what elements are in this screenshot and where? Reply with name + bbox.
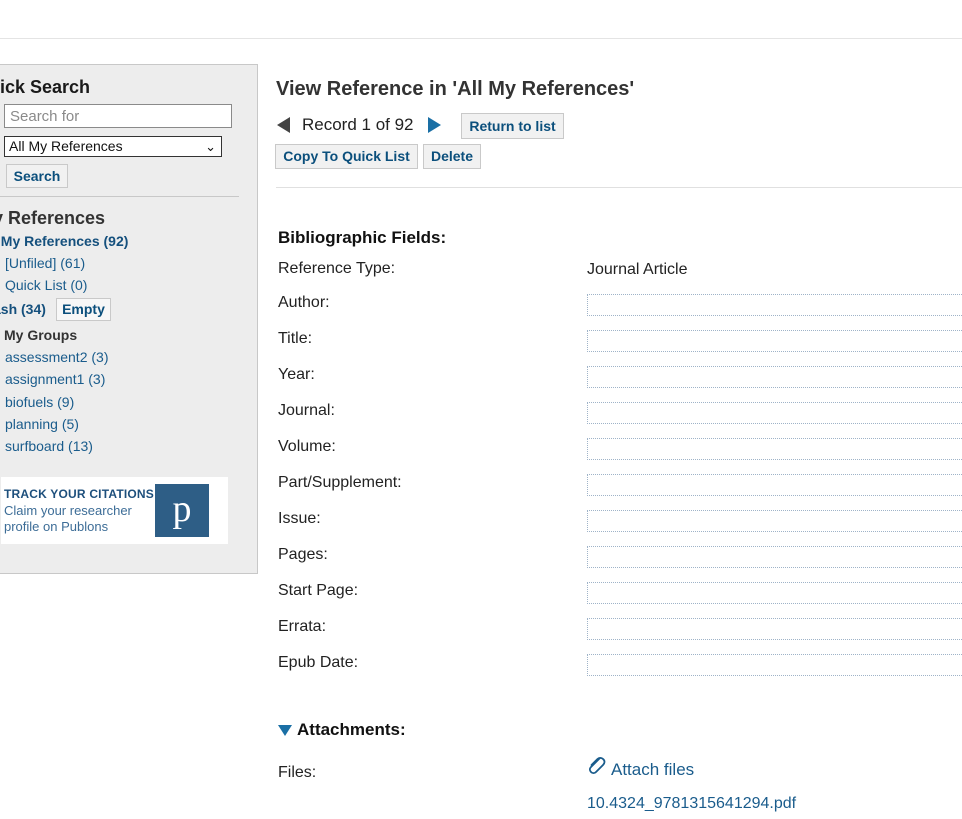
sidebar: uick Search All My References ⌄ Search y… (0, 64, 258, 574)
triangle-right-icon[interactable] (428, 117, 441, 133)
field-label-issue: Issue: (278, 510, 321, 527)
author-field[interactable] (587, 294, 962, 316)
sidebar-divider (0, 196, 239, 197)
all-references-link[interactable]: l My References (92) (0, 233, 128, 249)
part-supplement-field[interactable] (587, 474, 962, 496)
chevron-down-icon: ⌄ (205, 139, 216, 154)
year-field[interactable] (587, 366, 962, 388)
field-label-year: Year: (278, 366, 315, 383)
reference-type-label: Reference Type: (278, 260, 396, 277)
errata-field[interactable] (587, 618, 962, 640)
field-label-pages: Pages: (278, 546, 328, 563)
epub-date-field[interactable] (587, 654, 962, 676)
group-link[interactable]: surfboard (13) (5, 438, 93, 454)
issue-field[interactable] (587, 510, 962, 532)
empty-trash-button[interactable]: Empty (56, 298, 111, 321)
header-divider (0, 38, 962, 39)
field-label-title: Title: (278, 330, 313, 347)
field-label-part-supplement: Part/Supplement: (278, 474, 402, 491)
group-link[interactable]: biofuels (9) (5, 394, 74, 410)
attached-file-link[interactable]: 10.4324_9781315641294.pdf (587, 795, 796, 813)
page-title: View Reference in 'All My References' (276, 78, 635, 100)
quick-search-title: uick Search (0, 77, 91, 97)
title-field[interactable] (587, 330, 962, 352)
quick-list-link[interactable]: Quick List (0) (5, 277, 87, 293)
record-counter: Record 1 of 92 (302, 115, 414, 134)
field-label-journal: Journal: (278, 402, 335, 419)
copy-to-quick-list-button[interactable]: Copy To Quick List (275, 144, 418, 169)
group-link[interactable]: assignment1 (3) (5, 371, 105, 387)
scope-select-value: All My References (9, 138, 123, 154)
triangle-down-icon[interactable] (278, 725, 292, 736)
my-references-title: y References (0, 208, 106, 228)
pages-field[interactable] (587, 546, 962, 568)
return-to-list-button[interactable]: Return to list (461, 113, 564, 139)
field-label-author: Author: (278, 294, 330, 311)
start-page-field[interactable] (587, 582, 962, 604)
publons-logo: p (155, 484, 209, 537)
search-button[interactable]: Search (6, 164, 68, 188)
attachments-heading[interactable]: Attachments: (297, 720, 406, 740)
main-divider (276, 187, 962, 188)
scope-select[interactable]: All My References ⌄ (4, 136, 222, 157)
bibliographic-fields-heading: Bibliographic Fields: (278, 228, 447, 247)
field-label-start-page: Start Page: (278, 582, 359, 599)
paperclip-icon[interactable] (585, 754, 607, 781)
promo-line: Claim your researcher (4, 503, 132, 518)
search-input[interactable] (4, 104, 232, 128)
promo-line: profile on Publons (4, 519, 109, 534)
reference-type-value: Journal Article (587, 261, 688, 278)
group-link[interactable]: planning (5) (5, 416, 79, 432)
trash-link[interactable]: ash (34) (0, 301, 46, 317)
journal-field[interactable] (587, 402, 962, 424)
delete-button[interactable]: Delete (423, 144, 481, 169)
publons-promo-banner[interactable]: TRACK YOUR CITATIONS Claim your research… (1, 477, 228, 544)
triangle-left-icon[interactable] (277, 117, 290, 133)
attach-files-link[interactable]: Attach files (611, 760, 694, 780)
unfiled-link[interactable]: [Unfiled] (61) (5, 255, 85, 271)
volume-field[interactable] (587, 438, 962, 460)
field-label-errata: Errata: (278, 618, 327, 635)
field-label-epub-date: Epub Date: (278, 654, 359, 671)
promo-title: TRACK YOUR CITATIONS (4, 487, 154, 501)
field-label-volume: Volume: (278, 438, 336, 455)
group-link[interactable]: assessment2 (3) (5, 349, 108, 365)
files-label: Files: (278, 764, 317, 781)
my-groups-title: My Groups (4, 327, 78, 343)
